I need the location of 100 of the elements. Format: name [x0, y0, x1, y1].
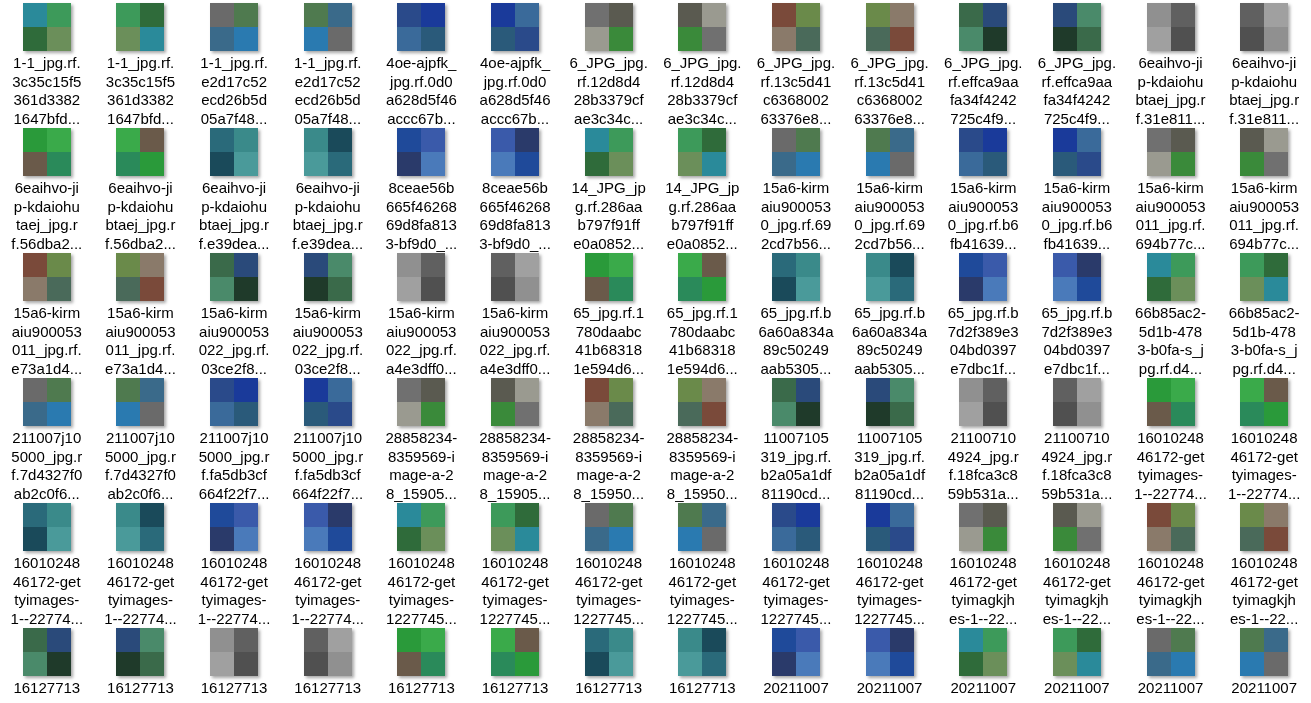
file-name[interactable]: 16127713	[575, 679, 643, 703]
file-name[interactable]: 11007105 319_jpg.rf. b2a05a1df 81190cd...	[760, 429, 832, 503]
file-name[interactable]: 6_JPG_jpg. rf.13c5d41 c6368002 63376e8...	[850, 54, 929, 128]
file-name[interactable]: 65_jpg.rf.b 6a60a834a 89c50249 aab5305...	[852, 304, 928, 378]
file-name[interactable]: 28858234- 8359569-i mage-a-2 8_15950...	[666, 429, 739, 503]
file-name[interactable]: 16010248 46172-get tyimages- 1227745...	[854, 554, 926, 628]
file-name[interactable]: 6eaihvo-ji p-kdaiohu btaej_jpg.r f.31e811...	[1229, 54, 1300, 128]
photo-placeholder[interactable]	[22, 128, 71, 176]
photo-placeholder[interactable]	[584, 628, 633, 676]
photo-placeholder[interactable]	[303, 503, 352, 551]
file-name[interactable]: 65_jpg.rf.b 7d2f389e3 04bd0397 e7dbc1f...	[1041, 304, 1113, 378]
photo-placeholder[interactable]	[1052, 503, 1101, 551]
file-name[interactable]: 20211007	[1231, 679, 1297, 703]
photo-placeholder[interactable]	[116, 628, 165, 676]
photo-placeholder[interactable]	[584, 253, 633, 301]
file-name[interactable]: 15a6-kirm aiu900053 0_jpg.rf.b6 fb41639...	[1041, 179, 1113, 253]
file-name[interactable]: 6_JPG_jpg. rf.effca9aa fa34f4242 725c4f9...	[944, 54, 1023, 128]
file-name[interactable]: 16010248 46172-get tyimages- 1--22774...	[1134, 429, 1207, 503]
file-name[interactable]: 8ceae56b 665f46268 69d8fa813 3-bf9d0_...	[385, 179, 458, 253]
photo-placeholder[interactable]	[865, 3, 914, 51]
file-name[interactable]: 16010248 46172-get tyimages- 1--22774...	[197, 554, 271, 628]
file-name[interactable]: 1-1_jpg.rf. 3c35c15f5 361d3382 1647bfd...	[105, 54, 176, 128]
file-name[interactable]: 65_jpg.rf.b 7d2f389e3 04bd0397 e7dbc1f...	[947, 304, 1019, 378]
file-name[interactable]: 15a6-kirm aiu900053 0_jpg.rf.69 2cd7b56...	[854, 179, 926, 253]
photo-placeholder[interactable]	[303, 3, 352, 51]
file-name[interactable]: 28858234- 8359569-i mage-a-2 8_15905...	[385, 429, 458, 503]
photo-placeholder[interactable]	[771, 628, 820, 676]
file-name[interactable]: 66b85ac2- 5d1b-478 3-b0fa-s_j pg.rf.d4...	[1135, 304, 1206, 378]
file-name[interactable]: 6_JPG_jpg. rf.13c5d41 c6368002 63376e8...	[756, 54, 836, 128]
photo-placeholder[interactable]	[959, 253, 1008, 301]
file-name[interactable]: 16010248 46172-get tyimagkjh es-1--22...	[1230, 554, 1299, 628]
file-name[interactable]: 14_JPG_jp g.rf.286aa b797f91ff e0a0852...	[571, 179, 646, 253]
file-name[interactable]: 28858234- 8359569-i mage-a-2 8_15950...	[572, 429, 645, 503]
photo-placeholder[interactable]	[1146, 253, 1195, 301]
file-name[interactable]: 20211007	[950, 679, 1017, 703]
file-name[interactable]: 211007j10 5000_jpg.r f.fa5db3cf 664f22f7...	[292, 429, 364, 503]
file-name[interactable]: 6eaihvo-ji p-kdaiohu btaej_jpg.r f.e39dea...	[198, 179, 270, 253]
file-name[interactable]: 15a6-kirm aiu900053 022_jpg.rf. a4e3dff0...	[479, 304, 551, 378]
file-name[interactable]: 15a6-kirm aiu900053 0_jpg.rf.b6 fb41639...	[947, 179, 1019, 253]
file-name[interactable]: 16010248 46172-get tyimages- 1--22774...	[104, 554, 177, 628]
file-name[interactable]: 15a6-kirm aiu900053 011_jpg.rf. e73a1d4...	[105, 304, 176, 378]
file-name[interactable]: 66b85ac2- 5d1b-478 3-b0fa-s_j pg.rf.d4...	[1228, 304, 1300, 378]
file-name[interactable]: 16127713	[107, 679, 174, 703]
file-name[interactable]: 16010248 46172-get tyimages- 1227745...	[479, 554, 551, 628]
photo-placeholder[interactable]	[771, 128, 820, 176]
photo-placeholder[interactable]	[584, 3, 633, 51]
photo-placeholder[interactable]	[1146, 378, 1195, 426]
file-name[interactable]: 4oe-ajpfk_ jpg.rf.0d0 a628d5f46 accc67b...	[385, 54, 457, 128]
file-name[interactable]: 15a6-kirm aiu900053 0_jpg.rf.69 2cd7b56...	[760, 179, 832, 253]
photo-placeholder[interactable]	[865, 503, 914, 551]
photo-placeholder[interactable]	[771, 378, 820, 426]
photo-placeholder[interactable]	[584, 503, 633, 551]
file-name[interactable]: 11007105 319_jpg.rf. b2a05a1df 81190cd...	[854, 429, 926, 503]
photo-placeholder[interactable]	[210, 503, 259, 551]
photo-placeholder[interactable]	[771, 503, 820, 551]
photo-placeholder[interactable]	[1052, 253, 1101, 301]
photo-placeholder[interactable]	[22, 378, 71, 426]
file-name[interactable]: 20211007	[1044, 679, 1110, 703]
photo-placeholder[interactable]	[1146, 503, 1195, 551]
file-name[interactable]: 16010248 46172-get tyimages- 1227745...	[666, 554, 738, 628]
photo-placeholder[interactable]	[1052, 128, 1101, 176]
file-name[interactable]: 6eaihvo-ji p-kdaiohu btaej_jpg.r f.e39dea...	[292, 179, 364, 253]
file-name[interactable]: 1-1_jpg.rf. e2d17c52 ecd26b5d 05a7f48...	[293, 54, 362, 128]
photo-placeholder[interactable]	[397, 128, 446, 176]
photo-placeholder[interactable]	[1052, 628, 1101, 676]
file-name[interactable]: 4oe-ajpfk_ jpg.rf.0d0 a628d5f46 accc67b...	[479, 54, 551, 128]
file-name[interactable]: 16127713	[200, 679, 268, 703]
photo-placeholder[interactable]	[303, 128, 352, 176]
file-name[interactable]: 15a6-kirm aiu900053 011_jpg.rf. 694b77c...	[1135, 179, 1206, 253]
file-name[interactable]: 16010248 46172-get tyimages- 1--22774...	[10, 554, 84, 628]
file-name[interactable]: 15a6-kirm aiu900053 022_jpg.rf. 03ce2f8...	[292, 304, 364, 378]
file-name[interactable]: 65_jpg.rf.b 6a60a834a 89c50249 aab5305...	[758, 304, 834, 378]
file-name[interactable]: 16127713	[294, 679, 362, 703]
file-name[interactable]: 16127713	[668, 679, 736, 703]
photo-placeholder[interactable]	[1146, 628, 1195, 676]
photo-placeholder[interactable]	[22, 3, 71, 51]
photo-placeholder[interactable]	[210, 378, 259, 426]
file-name[interactable]: 20211007	[763, 679, 829, 703]
file-name[interactable]: 16010248 46172-get tyimages- 1227745...	[385, 554, 457, 628]
photo-placeholder[interactable]	[771, 3, 820, 51]
photo-placeholder[interactable]	[397, 3, 446, 51]
file-name[interactable]: 28858234- 8359569-i mage-a-2 8_15905...	[479, 429, 551, 503]
file-name[interactable]: 1-1_jpg.rf. 3c35c15f5 361d3382 1647bfd...	[12, 54, 82, 128]
file-name[interactable]: 16010248 46172-get tyimagkjh es-1--22...	[1136, 554, 1205, 628]
file-name[interactable]: 15a6-kirm aiu900053 022_jpg.rf. 03ce2f8...	[198, 304, 270, 378]
file-name[interactable]: 20211007	[1137, 679, 1204, 703]
file-name[interactable]: 16010248 46172-get tyimages- 1--22774...	[1227, 429, 1301, 503]
photo-placeholder[interactable]	[1146, 128, 1195, 176]
file-name[interactable]: 16127713	[481, 679, 549, 703]
file-name[interactable]: 20211007	[856, 679, 923, 703]
file-name[interactable]: 1-1_jpg.rf. e2d17c52 ecd26b5d 05a7f48...	[200, 54, 268, 128]
file-name[interactable]: 211007j10 5000_jpg.r f.7d4327f0 ab2c0f6...	[11, 429, 83, 503]
file-name[interactable]: 16010248 46172-get tyimages- 1--22774...	[291, 554, 364, 628]
file-name[interactable]: 21100710 4924_jpg.r f.18fca3c8 59b531a...	[947, 429, 1019, 503]
photo-placeholder[interactable]	[1052, 3, 1101, 51]
file-name[interactable]: 16010248 46172-get tyimages- 1227745...	[573, 554, 645, 628]
file-name[interactable]: 6_JPG_jpg. rf.effca9aa fa34f4242 725c4f9...	[1037, 54, 1117, 128]
file-name[interactable]: 16127713	[13, 679, 81, 703]
photo-placeholder[interactable]	[303, 253, 352, 301]
photo-placeholder[interactable]	[22, 503, 71, 551]
